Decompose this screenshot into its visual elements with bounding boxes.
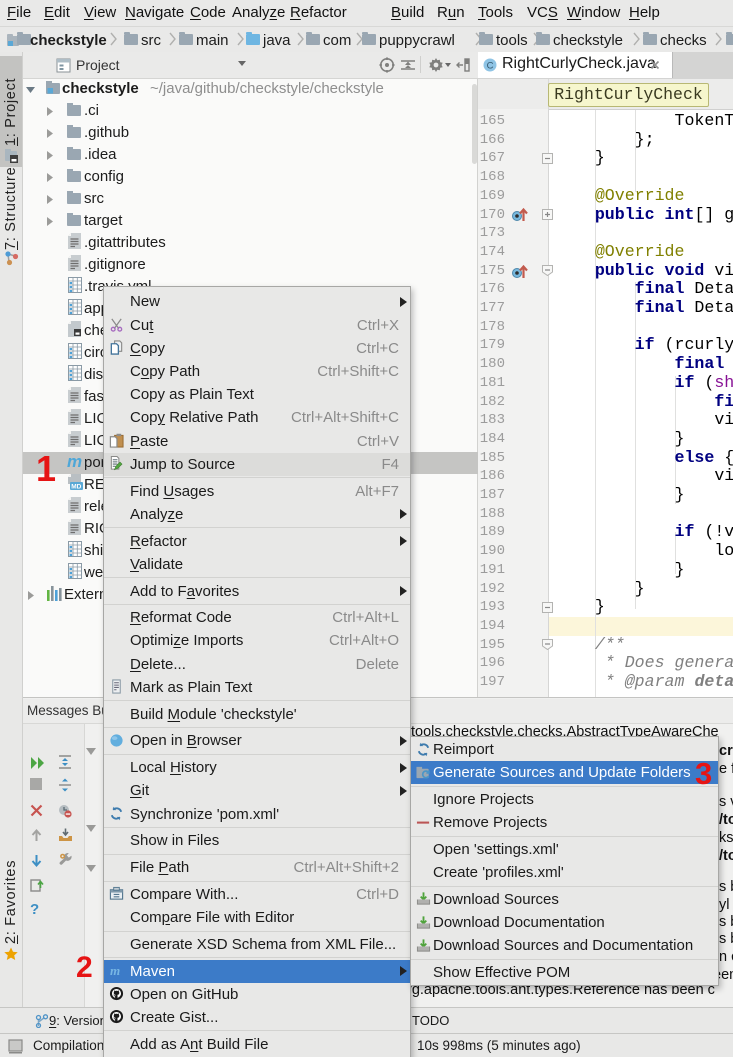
svg-text:m: m xyxy=(110,963,120,978)
svg-text:C: C xyxy=(487,60,494,71)
svg-text:MD: MD xyxy=(71,484,81,491)
